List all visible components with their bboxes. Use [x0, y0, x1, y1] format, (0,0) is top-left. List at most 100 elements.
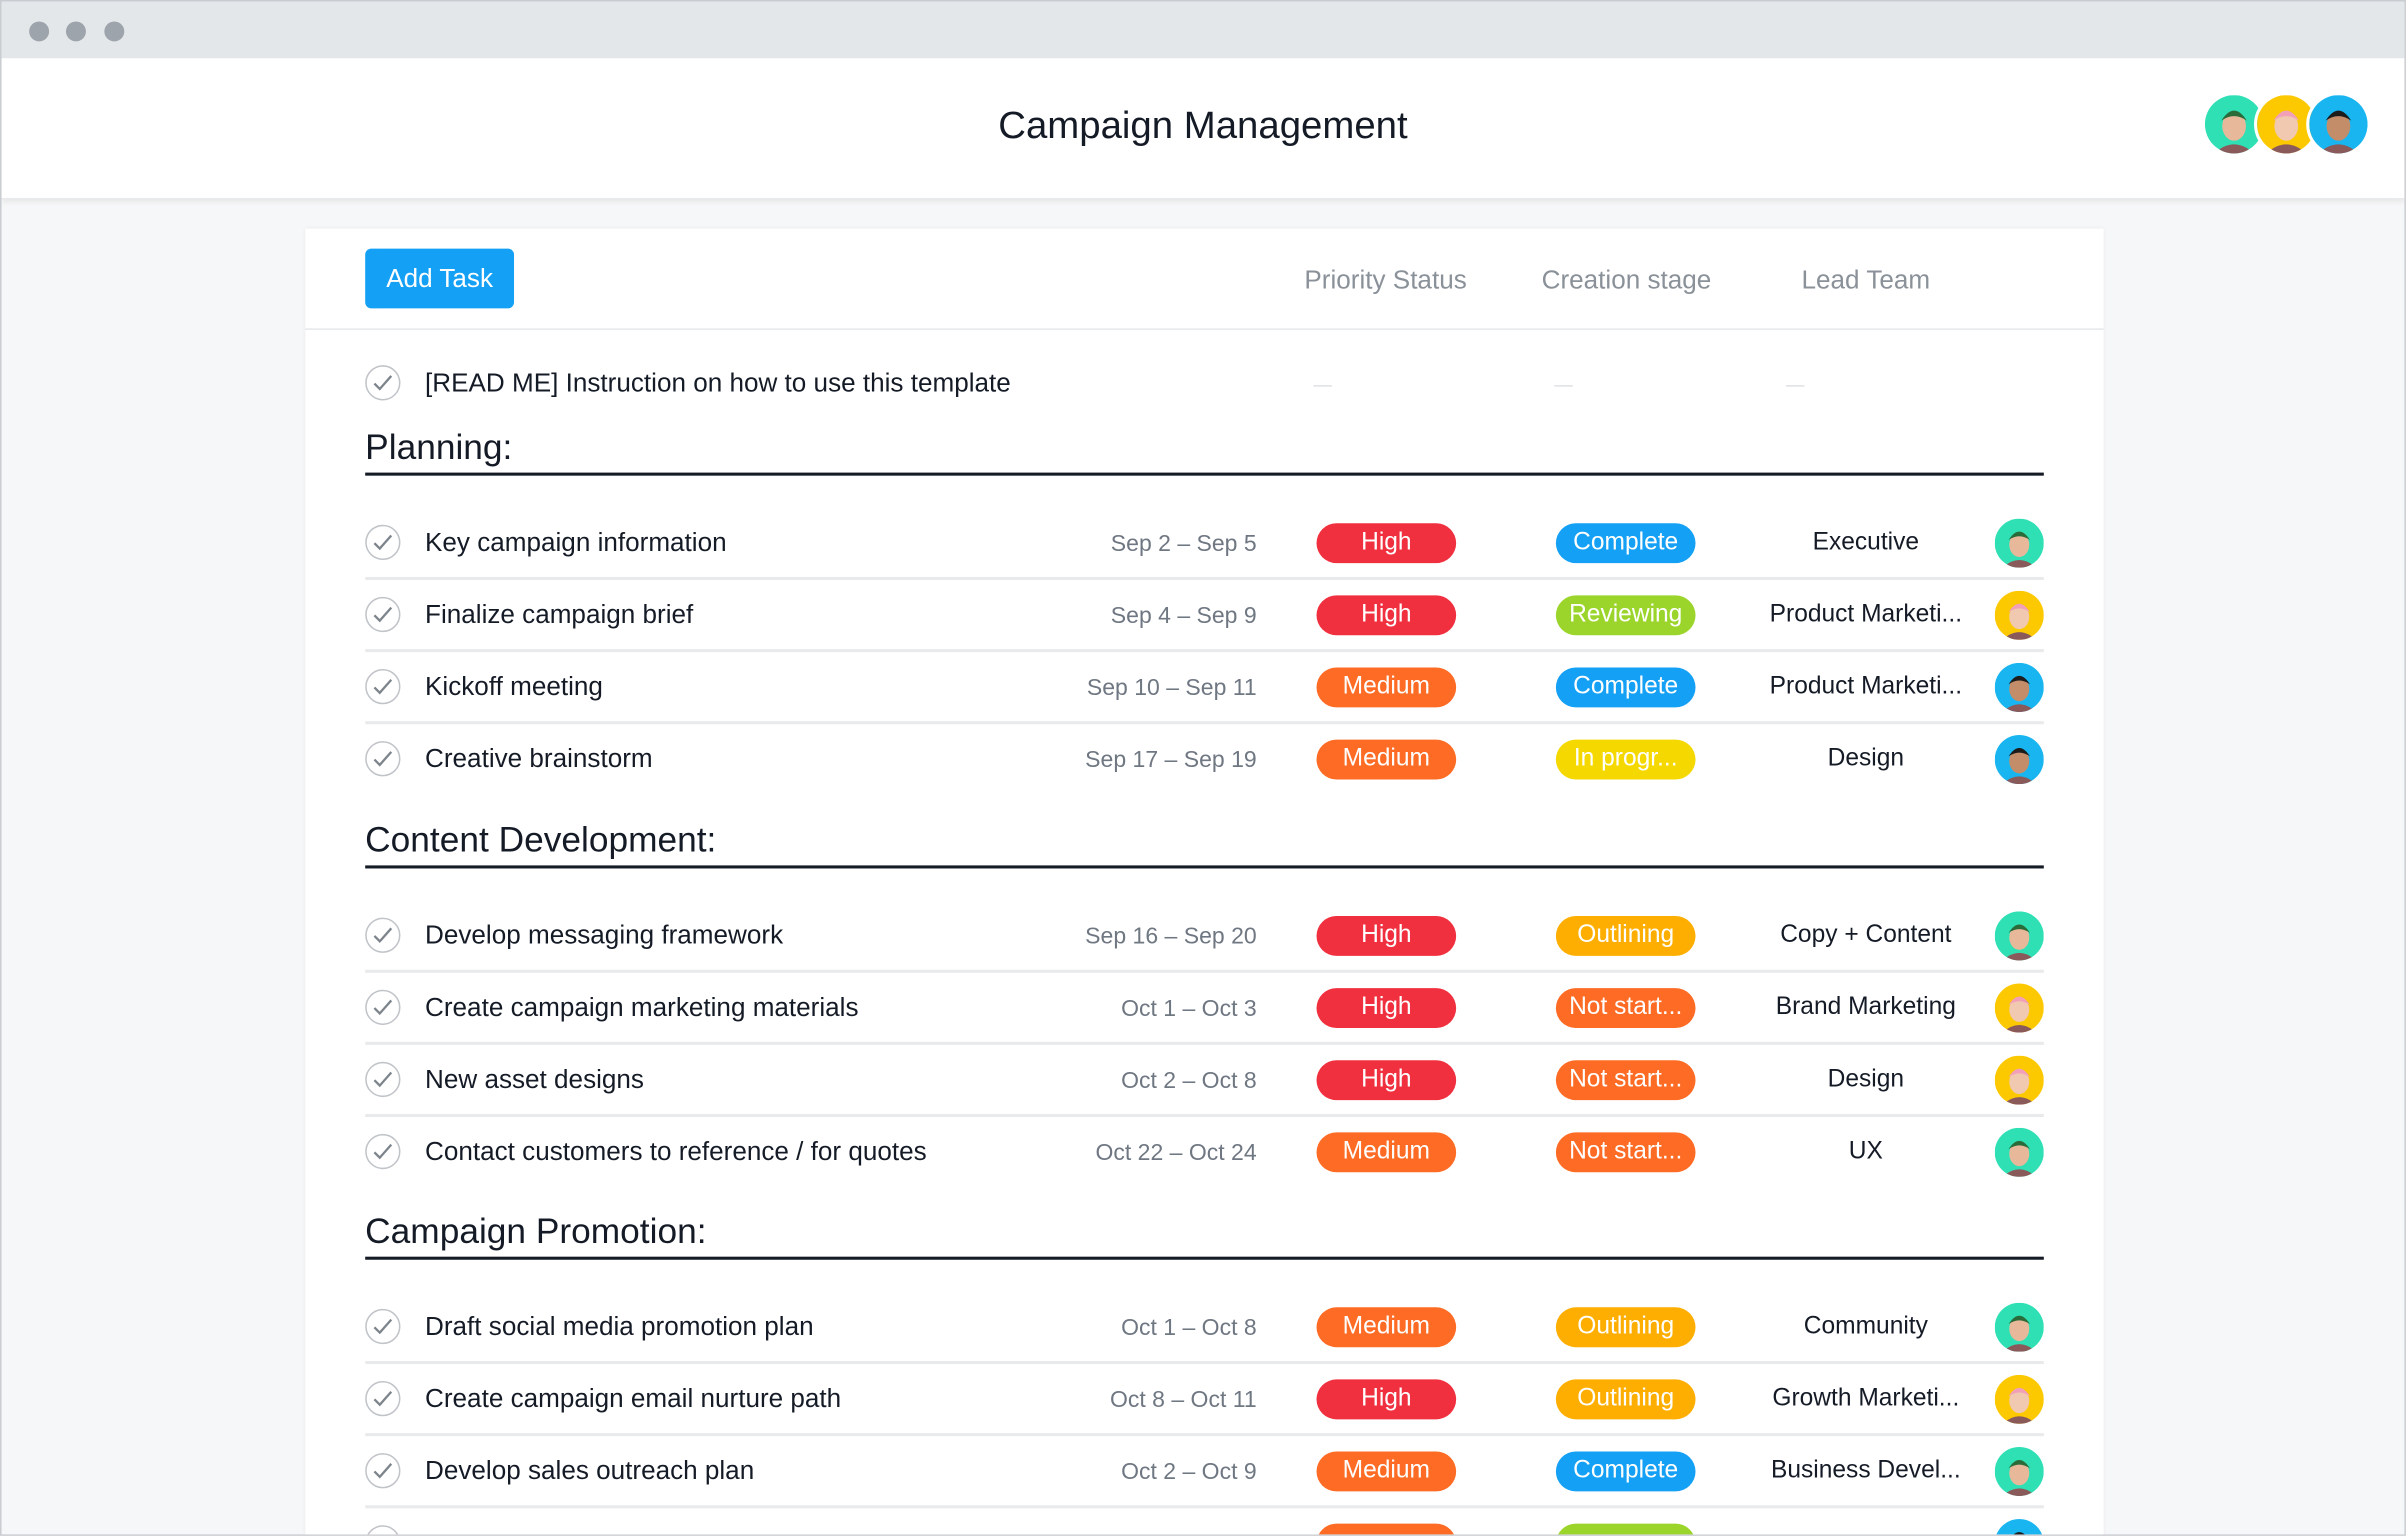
assignee-avatar[interactable]: [1994, 590, 2044, 640]
task-name[interactable]: Contact customers to reference / for quo…: [425, 1137, 927, 1168]
complete-checkbox[interactable]: [365, 668, 401, 705]
priority-pill[interactable]: [1316, 1523, 1457, 1535]
assignee-avatar[interactable]: [1994, 662, 2044, 712]
lead-team[interactable]: Copy + Content: [1743, 922, 1989, 950]
stage-pill[interactable]: Not start...: [1555, 1132, 1696, 1173]
stage-pill[interactable]: Outlining: [1555, 1307, 1696, 1348]
priority-pill[interactable]: Medium: [1316, 1132, 1457, 1173]
priority-pill[interactable]: High: [1316, 916, 1457, 956]
assignee-avatar[interactable]: [1994, 1127, 2044, 1177]
task-row[interactable]: [365, 1508, 2044, 1535]
complete-checkbox[interactable]: [365, 989, 401, 1025]
priority-pill[interactable]: High: [1316, 988, 1457, 1029]
minimize-window-button[interactable]: [65, 21, 86, 42]
assignee-avatar[interactable]: [1994, 1055, 2044, 1105]
task-row[interactable]: Finalize campaign brief Sep 4 – Sep 9 High…: [365, 580, 2044, 653]
task-name[interactable]: Key campaign information: [425, 528, 727, 559]
column-header-priority[interactable]: Priority Status: [1270, 265, 1500, 296]
task-name[interactable]: Kickoff meeting: [425, 672, 603, 703]
add-task-button[interactable]: Add Task: [365, 248, 515, 309]
complete-checkbox[interactable]: [365, 1061, 401, 1098]
assignee-avatar[interactable]: [1994, 518, 2044, 568]
due-date-range[interactable]: Sep 2 – Sep 5: [1111, 531, 1257, 557]
due-date-range[interactable]: Oct 1 – Oct 8: [1121, 1315, 1257, 1341]
assignee-avatar[interactable]: [1994, 1519, 2044, 1535]
assignee-avatar[interactable]: [1994, 1374, 2044, 1424]
assignee-avatar[interactable]: [1994, 1302, 2044, 1352]
task-name[interactable]: Develop messaging framework: [425, 921, 783, 952]
task-row[interactable]: Develop messaging framework Sep 16 – Sep …: [365, 901, 2044, 973]
priority-pill[interactable]: High: [1316, 1060, 1457, 1101]
task-name[interactable]: New asset designs: [425, 1065, 644, 1096]
stage-pill[interactable]: [1555, 1523, 1696, 1535]
lead-team[interactable]: Growth Marketi...: [1743, 1386, 1989, 1414]
complete-checkbox[interactable]: [365, 741, 401, 777]
maximize-window-button[interactable]: [104, 21, 125, 42]
due-date-range[interactable]: Sep 17 – Sep 19: [1085, 747, 1256, 773]
due-date-range[interactable]: Sep 16 – Sep 20: [1085, 924, 1256, 950]
task-row[interactable]: Creative brainstorm Sep 17 – Sep 19 Medium…: [365, 724, 2044, 796]
priority-pill[interactable]: Medium: [1316, 667, 1457, 708]
priority-pill[interactable]: Medium: [1316, 1307, 1457, 1348]
lead-team[interactable]: Product Marketi...: [1743, 601, 1989, 629]
due-date-range[interactable]: Oct 22 – Oct 24: [1095, 1140, 1256, 1166]
stage-pill[interactable]: Complete: [1555, 667, 1696, 708]
complete-checkbox[interactable]: [365, 917, 401, 953]
due-date-range[interactable]: Oct 2 – Oct 8: [1121, 1068, 1257, 1094]
due-date-range[interactable]: Oct 2 – Oct 9: [1121, 1459, 1257, 1485]
task-name[interactable]: Create campaign email nurture path: [425, 1384, 841, 1415]
task-name[interactable]: Draft social media promotion plan: [425, 1312, 814, 1343]
lead-team[interactable]: Business Devel...: [1743, 1458, 1989, 1486]
lead-team[interactable]: Product Marketi...: [1743, 674, 1989, 702]
lead-team[interactable]: UX: [1743, 1139, 1989, 1167]
lead-team[interactable]: Brand Marketing: [1743, 994, 1989, 1022]
priority-pill[interactable]: Medium: [1316, 1451, 1457, 1492]
lead-team[interactable]: Design: [1743, 746, 1989, 774]
column-header-stage[interactable]: Creation stage: [1511, 265, 1741, 296]
task-row[interactable]: Kickoff meeting Sep 10 – Sep 11 Medium Comp…: [365, 652, 2044, 725]
priority-pill[interactable]: Medium: [1316, 739, 1457, 780]
lead-team[interactable]: Executive: [1743, 529, 1989, 557]
stage-pill[interactable]: Not start...: [1555, 988, 1696, 1029]
avatar-person-glasses[interactable]: [2306, 92, 2371, 157]
complete-checkbox[interactable]: [365, 1308, 401, 1345]
stage-pill[interactable]: Not start...: [1555, 1060, 1696, 1101]
task-name[interactable]: Create campaign marketing materials: [425, 993, 858, 1024]
due-date-range[interactable]: Oct 1 – Oct 3: [1121, 996, 1257, 1022]
task-row[interactable]: Create campaign marketing materials Oct 1…: [365, 973, 2044, 1045]
complete-checkbox[interactable]: [365, 1380, 401, 1417]
stage-pill[interactable]: Complete: [1555, 1451, 1696, 1492]
priority-pill[interactable]: High: [1316, 523, 1457, 564]
stage-pill[interactable]: Outlining: [1555, 1379, 1696, 1420]
column-header-lead-team[interactable]: Lead Team: [1751, 265, 1981, 296]
complete-checkbox[interactable]: [365, 1133, 401, 1170]
task-row[interactable]: Key campaign information Sep 2 – Sep 5 Hig…: [365, 508, 2044, 581]
priority-pill[interactable]: High: [1316, 1379, 1457, 1420]
task-row[interactable]: Draft social media promotion plan Oct 1 –…: [365, 1292, 2044, 1365]
close-window-button[interactable]: [29, 21, 50, 42]
due-date-range[interactable]: Oct 8 – Oct 11: [1110, 1387, 1257, 1413]
complete-checkbox[interactable]: [365, 1453, 401, 1489]
assignee-avatar[interactable]: [1994, 1446, 2044, 1497]
assignee-avatar[interactable]: [1994, 983, 2044, 1033]
task-row[interactable]: New asset designs Oct 2 – Oct 8 High Not st…: [365, 1045, 2044, 1118]
stage-pill[interactable]: Complete: [1555, 523, 1696, 564]
task-row[interactable]: Create campaign email nurture path Oct 8 …: [365, 1364, 2044, 1437]
stage-pill[interactable]: In progr...: [1555, 739, 1696, 780]
assignee-avatar[interactable]: [1994, 734, 2044, 785]
task-name[interactable]: Creative brainstorm: [425, 744, 653, 775]
complete-checkbox[interactable]: [365, 1525, 401, 1535]
task-name[interactable]: Develop sales outreach plan: [425, 1456, 754, 1487]
stage-pill[interactable]: Reviewing: [1555, 595, 1696, 636]
due-date-range[interactable]: Sep 4 – Sep 9: [1111, 603, 1257, 629]
complete-checkbox[interactable]: [365, 596, 401, 633]
lead-team[interactable]: Community: [1743, 1313, 1989, 1341]
lead-team[interactable]: Design: [1743, 1066, 1989, 1094]
task-name[interactable]: Finalize campaign brief: [425, 600, 693, 631]
complete-checkbox[interactable]: [365, 365, 401, 401]
task-name[interactable]: [READ ME] Instruction on how to use this…: [425, 368, 1011, 399]
readme-row[interactable]: [READ ME] Instruction on how to use this…: [365, 348, 2044, 420]
assignee-avatar[interactable]: [1994, 911, 2044, 961]
priority-pill[interactable]: High: [1316, 595, 1457, 636]
task-row[interactable]: Develop sales outreach plan Oct 2 – Oct 9…: [365, 1436, 2044, 1509]
